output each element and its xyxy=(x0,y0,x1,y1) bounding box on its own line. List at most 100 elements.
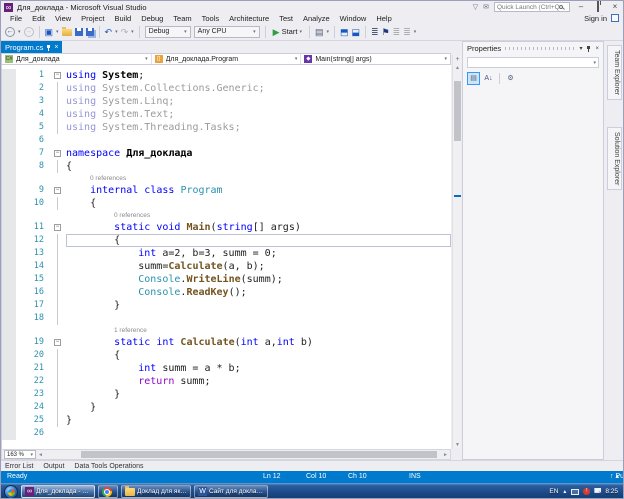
breakpoint-gutter[interactable] xyxy=(2,286,16,299)
tab-program-cs[interactable]: Program.cs × xyxy=(1,41,62,53)
code-text[interactable]: } xyxy=(66,414,451,427)
code-text[interactable]: using System.Threading.Tasks; xyxy=(66,121,451,134)
publish-button[interactable]: ↑ Publish ▴ xyxy=(610,471,619,483)
panel-tab-output[interactable]: Output xyxy=(43,463,64,470)
code-text[interactable]: using System.Linq; xyxy=(66,95,451,108)
breakpoint-gutter[interactable] xyxy=(2,134,16,147)
close-tab-icon[interactable]: × xyxy=(54,44,58,51)
solution-configuration-combobox[interactable]: Debug▾ xyxy=(145,26,191,38)
fold-collapse-icon[interactable]: − xyxy=(54,224,61,231)
menu-tools[interactable]: Tools xyxy=(197,14,225,23)
navigate-back-button[interactable]: ← xyxy=(5,27,15,37)
scroll-up-icon[interactable]: ▲ xyxy=(453,65,462,71)
panel-tab-error-list[interactable]: Error List xyxy=(5,463,33,470)
code-text[interactable] xyxy=(66,312,451,325)
find-next-icon[interactable]: ⬓ xyxy=(352,26,361,38)
vertical-tab-team-explorer[interactable]: Team Explorer xyxy=(607,45,622,100)
code-text[interactable]: { xyxy=(66,349,451,362)
editor-zoom-combobox[interactable]: 163 % ▾ xyxy=(4,450,36,459)
breakpoint-gutter[interactable] xyxy=(2,401,16,414)
breakpoint-gutter[interactable] xyxy=(2,388,16,401)
codelens-indicator[interactable]: 1 reference xyxy=(114,327,147,334)
start-button[interactable] xyxy=(4,485,18,499)
breakpoint-gutter[interactable] xyxy=(2,273,16,286)
breakpoint-gutter[interactable] xyxy=(2,247,16,260)
code-text[interactable] xyxy=(66,427,451,440)
fold-collapse-icon[interactable]: − xyxy=(54,150,61,157)
code-text[interactable]: } xyxy=(66,388,451,401)
quick-launch-input[interactable] xyxy=(497,4,559,11)
taskbar-button-folder[interactable]: Доклад для якуша xyxy=(121,485,191,498)
code-text[interactable]: } xyxy=(66,299,451,312)
menu-test[interactable]: Test xyxy=(274,14,298,23)
categorized-view-icon[interactable]: ▤ xyxy=(467,72,480,85)
code-text[interactable]: namespace Для_доклада xyxy=(66,147,451,160)
splitter-grip-icon[interactable]: + xyxy=(453,55,462,65)
outdent-icon[interactable]: ≣ xyxy=(403,26,411,38)
save-button[interactable] xyxy=(75,28,83,36)
solution-platform-combobox[interactable]: Any CPU▾ xyxy=(194,26,260,38)
breakpoint-gutter[interactable] xyxy=(2,197,16,210)
codelens-indicator[interactable]: 0 references xyxy=(90,175,126,182)
code-text[interactable]: Console.ReadKey(); xyxy=(66,286,451,299)
bookmark-icon[interactable]: ⚑ xyxy=(382,26,390,38)
language-indicator[interactable]: EN xyxy=(549,488,558,495)
show-hidden-icons-icon[interactable]: ▲ xyxy=(562,489,567,495)
find-in-files-icon[interactable]: ⬒ xyxy=(340,26,349,38)
code-text[interactable]: int summ = a * b; xyxy=(66,362,451,375)
horizontal-scrollbar[interactable] xyxy=(45,450,441,459)
drag-grip[interactable] xyxy=(505,47,575,50)
breakpoint-gutter[interactable] xyxy=(2,69,16,82)
breakpoint-gutter[interactable] xyxy=(2,234,16,247)
menu-project[interactable]: Project xyxy=(76,14,109,23)
network-error-flag-icon[interactable] xyxy=(594,488,601,495)
menu-file[interactable]: File xyxy=(5,14,27,23)
project-dropdown[interactable]: C# Для_доклада ▾ xyxy=(2,54,152,64)
navigate-back-dropdown-icon[interactable]: ▾ xyxy=(18,29,21,35)
auto-hide-pin-icon[interactable] xyxy=(586,45,591,52)
indent-icon[interactable]: ≣ xyxy=(393,26,401,38)
sign-in-link[interactable]: Sign in xyxy=(584,14,607,23)
window-position-icon[interactable]: ▾ xyxy=(579,45,582,52)
quick-launch-box[interactable] xyxy=(494,2,570,12)
scroll-left-icon[interactable]: ◄ xyxy=(38,452,43,458)
member-dropdown[interactable]: ◆ Main(string[] args) ▾ xyxy=(301,54,450,64)
code-text[interactable]: { xyxy=(66,160,451,173)
taskbar-button-vs[interactable]: ∞Для_доклада - Mic... xyxy=(21,485,95,498)
menu-architecture[interactable]: Architecture xyxy=(224,14,274,23)
code-text[interactable]: static void Main(string[] args) xyxy=(66,221,451,234)
breakpoint-gutter[interactable] xyxy=(2,121,16,134)
taskbar-button-word[interactable]: WСайт для доклада п... xyxy=(194,485,268,498)
code-text[interactable]: return summ; xyxy=(66,375,451,388)
undo-button[interactable]: ↶ xyxy=(105,26,113,38)
code-text[interactable]: } xyxy=(66,401,451,414)
breakpoint-gutter[interactable] xyxy=(2,210,16,221)
code-text[interactable]: using System.Text; xyxy=(66,108,451,121)
menu-analyze[interactable]: Analyze xyxy=(298,14,335,23)
menu-view[interactable]: View xyxy=(50,14,76,23)
undo-dropdown-icon[interactable]: ▾ xyxy=(115,29,118,35)
menu-window[interactable]: Window xyxy=(335,14,372,23)
toolbar-overflow-icon[interactable]: ▾ xyxy=(414,29,417,35)
code-text[interactable]: { xyxy=(66,197,451,210)
breakpoint-gutter[interactable] xyxy=(2,221,16,234)
breakpoint-gutter[interactable] xyxy=(2,147,16,160)
code-text[interactable]: Console.WriteLine(summ); xyxy=(66,273,451,286)
code-editor[interactable]: 1−using System;2using System.Collections… xyxy=(1,65,451,449)
property-pages-icon[interactable]: ⚙ xyxy=(504,72,517,85)
pin-icon[interactable] xyxy=(46,44,51,51)
redo-dropdown-icon[interactable]: ▾ xyxy=(131,29,134,35)
properties-object-combobox[interactable]: ▾ xyxy=(467,57,599,68)
breakpoint-gutter[interactable] xyxy=(2,160,16,173)
menu-team[interactable]: Team xyxy=(168,14,196,23)
breakpoint-gutter[interactable] xyxy=(2,108,16,121)
debug-target-dropdown-icon[interactable]: ▾ xyxy=(326,29,329,35)
display-tray-icon[interactable] xyxy=(571,489,579,495)
menu-build[interactable]: Build xyxy=(110,14,137,23)
breakpoint-gutter[interactable] xyxy=(2,427,16,440)
type-dropdown[interactable]: {} Для_доклада.Program ▾ xyxy=(152,54,302,64)
minimize-button[interactable]: – xyxy=(575,1,587,13)
restore-button[interactable] xyxy=(592,1,604,13)
codelens-indicator[interactable]: 0 references xyxy=(114,212,150,219)
redo-button[interactable]: ↷ xyxy=(121,26,129,38)
